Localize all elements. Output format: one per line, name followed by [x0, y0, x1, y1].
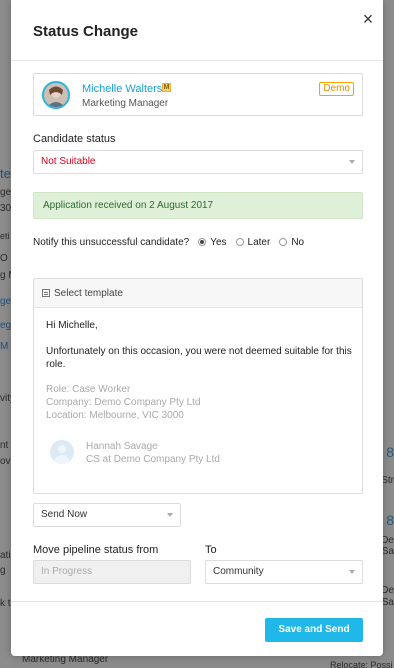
body-text: Unfortunately on this occasion, you were…: [46, 346, 352, 370]
bg-text: g: [0, 565, 6, 576]
signature: Hannah Savage CS at Demo Company Pty Ltd: [46, 437, 356, 467]
candidate-badge-icon: M: [162, 83, 171, 92]
bg-text: ge: [0, 187, 12, 198]
pipeline-to-select[interactable]: Community: [205, 560, 363, 584]
greeting-text: Hi Michelle,: [46, 320, 98, 331]
radio-no[interactable]: [279, 238, 288, 246]
signature-name: Hannah Savage: [86, 441, 158, 452]
radio-no-label[interactable]: No: [291, 237, 304, 248]
avatar: [42, 81, 70, 109]
bg-text: Sa: [381, 546, 394, 557]
footer-divider: [11, 601, 383, 602]
company-line: Company: Demo Company Pty Ltd: [46, 397, 201, 408]
radio-yes[interactable]: [198, 238, 207, 246]
template-icon: [42, 289, 50, 297]
status-change-modal: Status Change × Michelle Walters M Marke…: [11, 0, 383, 656]
chevron-down-icon: [349, 570, 355, 574]
candidate-card: Michelle Walters M Marketing Manager Dem…: [33, 73, 363, 116]
send-timing-select[interactable]: Send Now: [33, 503, 181, 527]
radio-yes-label[interactable]: Yes: [210, 237, 226, 248]
bg-text: 8: [386, 512, 394, 528]
pipeline-from-field: In Progress: [33, 560, 191, 584]
chevron-down-icon: [167, 513, 173, 517]
radio-later-label[interactable]: Later: [248, 237, 271, 248]
notify-radio-group: Notify this unsuccessful candidate? Yes …: [33, 235, 310, 249]
bg-text: De: [381, 535, 394, 546]
modal-title: Status Change: [33, 23, 139, 40]
send-timing-value: Send Now: [41, 509, 88, 520]
radio-later[interactable]: [235, 238, 244, 246]
bg-text: 30: [0, 203, 12, 214]
save-and-send-button[interactable]: Save and Send: [265, 618, 363, 642]
candidate-status-select[interactable]: Not Suitable: [33, 150, 363, 174]
message-editor[interactable]: Select template Hi Michelle, Unfortunate…: [33, 278, 363, 494]
bg-text: Relocate: Possi: [330, 660, 393, 668]
role-line: Role: Case Worker: [46, 384, 131, 395]
bg-text: De: [381, 585, 394, 596]
pipeline-to-label: To: [205, 544, 217, 556]
pipeline-from-label: Move pipeline status from: [33, 544, 159, 556]
editor-toolbar: Select template: [34, 279, 362, 308]
modal-header: Status Change ×: [11, 0, 383, 61]
editor-body[interactable]: Hi Michelle, Unfortunately on this occas…: [46, 319, 356, 422]
demo-tag: Demo: [319, 82, 354, 96]
select-template-button[interactable]: Select template: [54, 288, 123, 299]
bg-text: nt: [0, 440, 9, 451]
candidate-status-value: Not Suitable: [41, 156, 96, 167]
close-icon[interactable]: ×: [359, 10, 377, 28]
bg-text: eti: [0, 231, 10, 241]
candidate-name[interactable]: Michelle Walters: [82, 83, 162, 95]
notify-question: Notify this unsuccessful candidate?: [33, 236, 190, 248]
bg-text: Str: [381, 475, 394, 486]
bg-text: Sa: [381, 597, 394, 608]
application-received-alert: Application received on 2 August 2017: [33, 192, 363, 219]
bg-text: M: [0, 341, 9, 352]
location-line: Location: Melbourne, VIC 3000: [46, 410, 184, 421]
candidate-role: Marketing Manager: [82, 98, 169, 109]
chevron-down-icon: [349, 160, 355, 164]
signature-company: CS at Demo Company Pty Ltd: [86, 454, 220, 465]
pipeline-from-value: In Progress: [41, 566, 93, 577]
bg-text: k t: [0, 598, 11, 609]
pipeline-to-value: Community: [213, 566, 264, 577]
bg-text: ge: [0, 296, 12, 307]
signature-avatar-icon: [50, 440, 74, 464]
avatar-photo-icon: [44, 83, 68, 107]
candidate-status-label: Candidate status: [33, 133, 116, 145]
bg-text: 8: [386, 444, 394, 460]
